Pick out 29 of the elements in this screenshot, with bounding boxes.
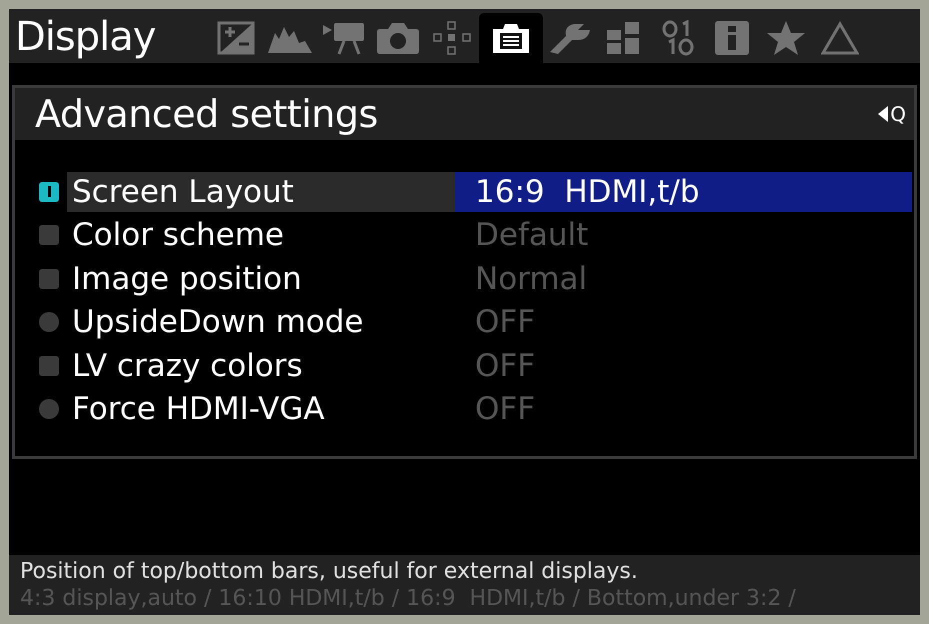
- submenu-title: Advanced settings: [35, 92, 378, 136]
- back-arrow-icon: [878, 106, 888, 122]
- item-value: 16:9 HDMI,t/b: [455, 172, 912, 212]
- item-value: Default: [474, 216, 590, 256]
- binary-icon: [661, 20, 695, 56]
- exposure-icon: [217, 21, 255, 55]
- menu-item[interactable]: Force HDMI-VGA: [67, 389, 455, 430]
- camera-icon: [376, 21, 420, 55]
- info-icon: [714, 20, 750, 56]
- menu-tab[interactable]: [479, 13, 543, 63]
- back-hint[interactable]: Q: [878, 102, 906, 126]
- focus-points-icon: [432, 21, 472, 55]
- item-value: Normal: [474, 260, 588, 299]
- item-value: OFF: [474, 390, 536, 430]
- star-icon: [766, 20, 806, 56]
- item-value: OFF: [474, 303, 536, 342]
- display-icon: [491, 21, 531, 55]
- triangle-icon: [821, 21, 859, 55]
- movie-camera-icon: [322, 21, 366, 55]
- menu-item[interactable]: Screen Layout: [67, 172, 455, 212]
- modules-icon: [606, 21, 642, 55]
- menu-item[interactable]: LV crazy colors: [67, 346, 455, 386]
- menu-item[interactable]: Image position: [67, 258, 455, 299]
- menu-title: Display: [14, 13, 156, 62]
- help-text: Position of top/bottom bars, useful for external displays.: [20, 558, 639, 586]
- item-value: OFF: [474, 346, 536, 386]
- wrench-icon: [548, 21, 592, 55]
- menu-item[interactable]: UpsideDown mode: [67, 302, 455, 342]
- menu-item[interactable]: Color scheme: [67, 215, 455, 256]
